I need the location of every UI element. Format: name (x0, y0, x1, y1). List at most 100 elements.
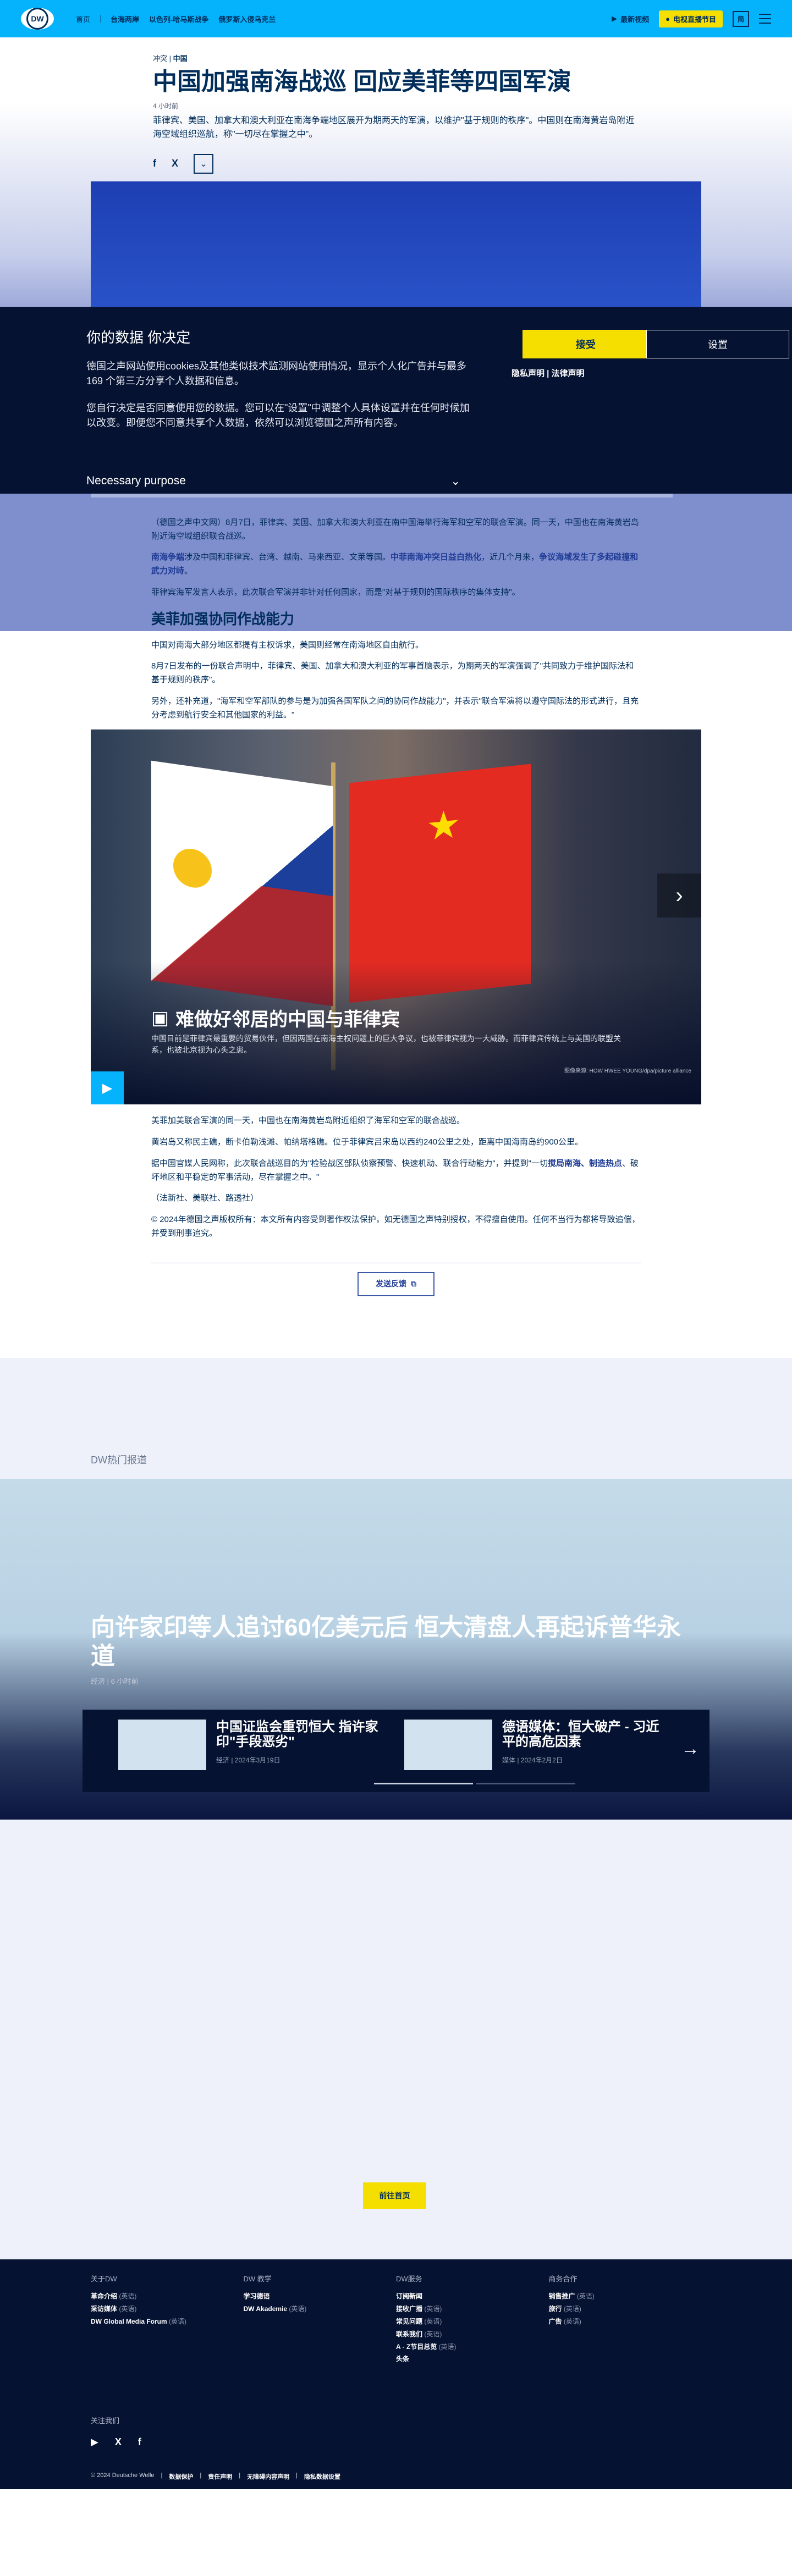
card-meta: 媒体 | 2024年2月2日 (502, 1756, 563, 1764)
share-bar: f X ⌄ (153, 153, 637, 174)
gallery-title: 难做好邻居的中国与菲律宾 (175, 1009, 400, 1031)
top-right: ▶ 最新视频 ● 电视直播节目 简 (612, 10, 771, 27)
dw-logo[interactable]: DW (21, 8, 54, 30)
x-icon[interactable]: X (172, 158, 178, 169)
footer-link[interactable]: DW Akademie (英语) (244, 2303, 397, 2315)
inline-link[interactable]: 中菲南海冲突日益白热化 (391, 552, 481, 562)
copy-icon: ⧉ (411, 1279, 416, 1289)
cookie-accept-button[interactable]: 接受 (522, 330, 649, 358)
live-tv-label: 电视直播节目 (673, 15, 716, 24)
article-body: （德国之声中文网）8月7日，菲律宾、美国、加拿大和澳大利亚在南中国海举行海军和空… (151, 516, 641, 722)
feedback-button[interactable]: 发送反馈 ⧉ (358, 1272, 435, 1296)
recommended-label: DW热门报道 (91, 1454, 147, 1466)
text-span: ，近几个月来， (481, 552, 540, 562)
cookie-legal-links[interactable]: 隐私声明 | 法律声明 (512, 367, 585, 379)
latest-video-label: 最新视频 (620, 15, 650, 24)
legal-link[interactable]: 隐私数据设置 (304, 2472, 340, 2481)
copyright: © 2024 Deutsche Welle (91, 2472, 155, 2479)
x-icon[interactable]: X (115, 2436, 122, 2448)
top-bar: DW 首页 台海两岸 以色列-哈马斯战争 俄罗斯入侵乌克兰 ▶ 最新视频 ● 电视直… (0, 0, 792, 37)
body-paragraph: 美菲加美联合军演的同一天，中国也在南海黄岩岛附近组织了海军和空军的联合战巡。 (151, 1116, 465, 1126)
chevron-down-icon: ⌄ (450, 475, 460, 488)
footer-link[interactable]: DW Global Media Forum (英语) (91, 2315, 244, 2328)
necessary-purpose-toggle[interactable]: Necessary purpose ⌄ (86, 474, 460, 488)
cookie-settings-button[interactable]: 设置 (646, 330, 789, 358)
footer-col-title: DW 教学 (243, 2274, 272, 2283)
footer-col-title: 关于DW (91, 2274, 117, 2283)
kicker-tag[interactable]: 中国 (173, 54, 188, 63)
gallery-play-icon[interactable]: ▶ (91, 1071, 124, 1105)
text-span: 。 (184, 566, 193, 576)
footer-link[interactable]: 接收广播 (英语) (396, 2303, 549, 2315)
body-paragraph-links: 南海争端涉及中国和菲律宾、台湾、越南、马来西亚、文莱等国。中菲南海冲突日益白热化… (151, 551, 641, 578)
footer-link[interactable]: 订阅新闻 (396, 2290, 549, 2303)
image-gallery[interactable]: ★ ▣ 难做好邻居的中国与菲律宾 中国目前是菲律宾最重要的贸易伙伴，但因两国在南海… (91, 729, 701, 1105)
share-more-chevron-icon[interactable]: ⌄ (194, 153, 214, 174)
live-tv-button[interactable]: ● 电视直播节目 (659, 10, 723, 27)
article-body-2: 美菲加美联合军演的同一天，中国也在南海黄岩岛附近组织了海军和空军的联合战巡。 黄… (151, 1114, 641, 1296)
nav-home[interactable]: 首页 (76, 14, 90, 24)
nav-ukraine[interactable]: 俄罗斯入侵乌克兰 (218, 14, 276, 24)
cookie-text-1: 德国之声网站使用cookies及其他类似技术监测网站使用情况，显示个人化广告并与… (86, 361, 467, 386)
gallery-icon: ▣ (151, 1007, 169, 1029)
latest-video-link[interactable]: ▶ 最新视频 (612, 14, 649, 24)
footer-link[interactable]: 革命介绍 (英语) (91, 2290, 244, 2303)
footer-link[interactable]: 销售推广 (英语) (549, 2290, 702, 2303)
recommended-meta: 经济 | 6 小时前 (91, 1677, 139, 1685)
cookie-consent-banner: 你的数据 你决定 德国之声网站使用cookies及其他类似技术监测网站使用情况，… (0, 307, 792, 494)
legal-link[interactable]: 无障碍内容声明 (247, 2472, 289, 2481)
body-paragraph: 中国对南海大部分地区都提有主权诉求，美国则经常在南海地区自由航行。 (151, 640, 424, 650)
footer-link[interactable]: 广告 (英语) (549, 2315, 702, 2328)
gallery-credit: 图像来源: HOW HWEE YOUNG/dpa/picture allianc… (564, 1068, 691, 1075)
footer-link[interactable]: 头条 (396, 2353, 549, 2365)
footer-link[interactable]: 学习德语 (244, 2290, 397, 2303)
carousel-indicator (374, 1782, 575, 1784)
cookie-text-2: 您自行决定是否同意使用您的数据。您可以在"设置"中调整个人具体设置并在任何时候加… (86, 402, 470, 428)
goto-home-button[interactable]: 前往首页 (363, 2182, 426, 2209)
footer-link[interactable]: A - Z节目总览 (英语) (396, 2341, 549, 2353)
feedback-label: 发送反馈 (376, 1279, 406, 1289)
footer-link[interactable]: 常见问题 (英语) (396, 2315, 549, 2328)
cookie-buttons: 接受 设置 (522, 330, 789, 358)
carousel-next-arrow-icon[interactable]: → (681, 1738, 700, 1760)
language-button[interactable]: 简 (732, 10, 749, 27)
footer-col-title: 商务合作 (548, 2274, 578, 2283)
legal-links: © 2024 Deutsche Welle | 数据保护 | 责任声明 | 无障碍内容… (91, 2472, 340, 2481)
footer: 关于DW 革命介绍 (英语) 采访媒体 (英语) DW Global Media… (0, 2259, 792, 2489)
legal-link[interactable]: 责任声明 (208, 2472, 232, 2481)
legal-link[interactable]: 数据保护 (169, 2472, 193, 2481)
nav-divider (100, 15, 101, 23)
follow-us-label: 关注我们 (91, 2417, 120, 2425)
recommended-title[interactable]: 向许家印等人追讨60亿美元后 恒大清盘人再起诉普华永道 (91, 1613, 696, 1672)
gallery-title-row: ▣ 难做好邻居的中国与菲律宾 (151, 1004, 400, 1031)
recommended-card[interactable]: 中国证监会重罚恒大 指许家印"手段恶劣" 经济 | 2024年3月19日 (118, 1719, 382, 1782)
footer-col-title: DW服务 (396, 2274, 422, 2283)
facebook-icon[interactable]: f (138, 2436, 141, 2448)
body-paragraph: 菲律宾海军发言人表示，此次联合军演并非针对任何国家，而是"对基于规则的国际秩序的… (151, 587, 520, 597)
article-teaser: 菲律宾、美国、加拿大和澳大利亚在南海争端地区展开为期两天的军演，以维护"基于规则… (153, 115, 635, 140)
recommended-card[interactable]: 德语媒体：恒大破产 - 习近平的高危因素 媒体 | 2024年2月2日 (404, 1719, 668, 1782)
inline-link[interactable]: 南海争端 (151, 552, 184, 562)
text-span: 涉及中国和菲律宾、台湾、越南、马来西亚、文莱等国。 (184, 552, 391, 562)
hamburger-menu-icon[interactable] (759, 14, 771, 24)
footer-link[interactable]: 旅行 (英语) (549, 2303, 702, 2315)
footer-col-services: DW服务 订阅新闻 接收广播 (英语) 常见问题 (英语) 联系我们 (英语) … (396, 2273, 549, 2365)
kicker-section[interactable]: 冲突 (153, 54, 167, 63)
nav-taiwan[interactable]: 台海两岸 (111, 14, 139, 24)
article-time: 4 小时前 (153, 102, 179, 110)
footer-link[interactable]: 采访媒体 (英语) (91, 2303, 244, 2315)
kicker: 冲突 | 中国 (153, 54, 188, 63)
inline-link[interactable]: 搅局南海、制造热点 (548, 1159, 622, 1168)
section-heading: 美菲加强协同作战能力 (151, 610, 295, 627)
footer-col-business: 商务合作 销售推广 (英语) 旅行 (英语) 广告 (英语) (549, 2273, 702, 2365)
facebook-icon[interactable]: f (153, 158, 156, 169)
recommended-carousel: 中国证监会重罚恒大 指许家印"手段恶劣" 经济 | 2024年3月19日 德语媒体… (82, 1709, 710, 1792)
youtube-icon[interactable]: ▶ (91, 2436, 98, 2448)
footer-link[interactable]: 联系我们 (英语) (396, 2328, 549, 2341)
footer-col-about: 关于DW 革命介绍 (英语) 采访媒体 (英语) DW Global Media… (91, 2273, 244, 2365)
gallery-next-chevron-icon[interactable]: › (657, 874, 701, 918)
nav-israel-hamas[interactable]: 以色列-哈马斯战争 (149, 14, 208, 24)
recommended-section: DW热门报道 向许家印等人追讨60亿美元后 恒大清盘人再起诉普华永道 经济 | … (0, 1357, 792, 2259)
body-paragraph: 另外，还补充道，"海军和空军部队的参与是为加强各国军队之间的协同作战能力"，并表… (151, 696, 639, 720)
social-links: ▶ X f (91, 2436, 701, 2448)
